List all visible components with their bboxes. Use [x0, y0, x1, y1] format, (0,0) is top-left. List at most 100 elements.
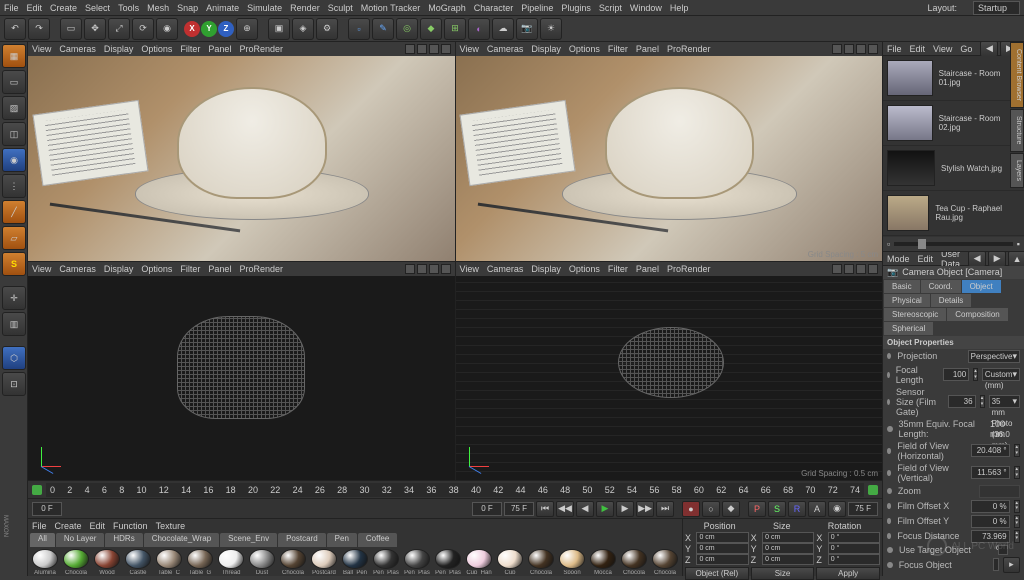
make-editable-button[interactable]: ▦: [2, 44, 26, 68]
browser-item[interactable]: Staircase - Room 01.jpg: [883, 56, 1024, 101]
material-tab[interactable]: No Layer: [56, 533, 104, 547]
thumb-size-slider[interactable]: ▫ ▪: [883, 237, 1024, 251]
material-tab[interactable]: HDRs: [105, 533, 142, 547]
mat-menu-file[interactable]: File: [32, 521, 47, 531]
attr-input[interactable]: 36: [948, 395, 976, 408]
material-item[interactable]: Wood: [92, 549, 122, 574]
coord-size-dropdown[interactable]: Size: [751, 567, 815, 580]
menu-mesh[interactable]: Mesh: [147, 3, 169, 13]
browser-menu-file[interactable]: File: [887, 44, 902, 54]
pos-input[interactable]: 0 cm: [696, 554, 748, 565]
mat-menu-function[interactable]: Function: [113, 521, 148, 531]
menu-mograph[interactable]: MoGraph: [428, 3, 466, 13]
spinner[interactable]: ▴▾: [980, 395, 985, 408]
param-key-button[interactable]: A: [808, 501, 826, 517]
add-light-button[interactable]: ☀: [540, 18, 562, 40]
attr-tab[interactable]: Object: [962, 280, 1001, 293]
timeline-marker-icon[interactable]: [868, 485, 878, 495]
end-frame-field[interactable]: 75 F: [848, 502, 878, 516]
add-deformer-button[interactable]: ◐: [468, 18, 490, 40]
side-tab-structure[interactable]: Structure: [1010, 109, 1024, 151]
menu-simulate[interactable]: Simulate: [247, 3, 282, 13]
menu-window[interactable]: Window: [630, 3, 662, 13]
add-cube-button[interactable]: ▫: [348, 18, 370, 40]
attr-tab[interactable]: Details: [931, 294, 971, 307]
add-generator-button[interactable]: ◆: [420, 18, 442, 40]
param-dot-icon[interactable]: [887, 488, 892, 494]
menu-render[interactable]: Render: [290, 3, 320, 13]
mat-menu-create[interactable]: Create: [55, 521, 82, 531]
render-view-button[interactable]: ▣: [268, 18, 290, 40]
browser-menu-edit[interactable]: Edit: [910, 44, 926, 54]
menu-motiontracker[interactable]: Motion Tracker: [361, 3, 421, 13]
menu-select[interactable]: Select: [85, 3, 110, 13]
redo-button[interactable]: ↷: [28, 18, 50, 40]
menu-tools[interactable]: Tools: [118, 3, 139, 13]
coord-mode-dropdown[interactable]: Object (Rel): [685, 567, 749, 580]
layout-dropdown[interactable]: Startup: [973, 1, 1020, 15]
vp-nav-icon[interactable]: [405, 44, 415, 54]
move-button[interactable]: ✥: [84, 18, 106, 40]
param-dot-icon[interactable]: [887, 426, 893, 432]
scale-key-button[interactable]: S: [768, 501, 786, 517]
vp-menu-display[interactable]: Display: [104, 44, 134, 54]
param-dot-icon[interactable]: [887, 470, 891, 476]
spinner[interactable]: ▴▾: [1014, 466, 1020, 479]
attr-tab[interactable]: Composition: [947, 308, 1007, 321]
snap-button[interactable]: ⬡: [2, 346, 26, 370]
spinner[interactable]: ▴▾: [1014, 500, 1020, 513]
menu-pipeline[interactable]: Pipeline: [521, 3, 553, 13]
menu-snap[interactable]: Snap: [177, 3, 198, 13]
attr-dropdown[interactable]: Custom (mm)▾: [982, 368, 1020, 381]
attr-tab[interactable]: Physical: [884, 294, 930, 307]
material-item[interactable]: Chocola: [619, 549, 649, 574]
coord-system-button[interactable]: ⊕: [236, 18, 258, 40]
axis-lock[interactable]: X Y Z: [184, 21, 234, 37]
attr-tab[interactable]: Spherical: [884, 322, 933, 335]
vp-menu-filter[interactable]: Filter: [180, 44, 200, 54]
param-dot-icon[interactable]: [887, 503, 891, 509]
pos-input[interactable]: 0 cm: [696, 532, 748, 543]
menu-sculpt[interactable]: Sculpt: [328, 3, 353, 13]
vp-menu-view[interactable]: View: [32, 44, 51, 54]
axis-button[interactable]: ✛: [2, 286, 26, 310]
param-dot-icon[interactable]: [887, 399, 890, 405]
attr-dropdown[interactable]: 35 mm Photo (36.0 mm)▾: [989, 395, 1020, 408]
rot-input[interactable]: 0 °: [828, 543, 880, 554]
size-input[interactable]: 0 cm: [762, 532, 814, 543]
size-input[interactable]: 0 cm: [762, 554, 814, 565]
add-array-button[interactable]: ⊞: [444, 18, 466, 40]
next-frame-button[interactable]: ▶: [616, 501, 634, 517]
add-environment-button[interactable]: ☁: [492, 18, 514, 40]
edges-mode-button[interactable]: ╱: [2, 200, 26, 224]
material-item[interactable]: Table_C: [154, 549, 184, 574]
attr-input[interactable]: 100: [943, 368, 969, 381]
pick-button[interactable]: ▸: [1003, 557, 1020, 573]
menu-create[interactable]: Create: [50, 3, 77, 13]
browser-menu-go[interactable]: Go: [960, 44, 972, 54]
menu-edit[interactable]: Edit: [27, 3, 43, 13]
menu-plugins[interactable]: Plugins: [561, 3, 591, 13]
vp-menu-prorender[interactable]: ProRender: [239, 44, 283, 54]
locked-workplane-button[interactable]: ⊡: [2, 372, 26, 396]
param-dot-icon[interactable]: [887, 562, 893, 568]
autokey-button[interactable]: ○: [702, 501, 720, 517]
browser-back-button[interactable]: ◀: [980, 42, 998, 57]
undo-button[interactable]: ↶: [4, 18, 26, 40]
material-item[interactable]: Chocola: [526, 549, 556, 574]
attr-link-field[interactable]: [993, 558, 999, 571]
attr-tab[interactable]: Coord.: [921, 280, 961, 293]
material-item[interactable]: Cup: [495, 549, 525, 574]
x-axis-icon[interactable]: X: [184, 21, 200, 37]
material-item[interactable]: Chocola: [278, 549, 308, 574]
texture-mode-button[interactable]: ▨: [2, 96, 26, 120]
attr-back-button[interactable]: ◀: [968, 252, 986, 267]
z-axis-icon[interactable]: Z: [218, 21, 234, 37]
param-dot-icon[interactable]: [887, 518, 891, 524]
render-settings-button[interactable]: ⚙: [316, 18, 338, 40]
browser-item[interactable]: Staircase - Room 02.jpg: [883, 101, 1024, 146]
uv-points-button[interactable]: S: [2, 252, 26, 276]
material-item[interactable]: Spoon: [557, 549, 587, 574]
mat-menu-texture[interactable]: Texture: [156, 521, 186, 531]
browser-menu-view[interactable]: View: [933, 44, 952, 54]
